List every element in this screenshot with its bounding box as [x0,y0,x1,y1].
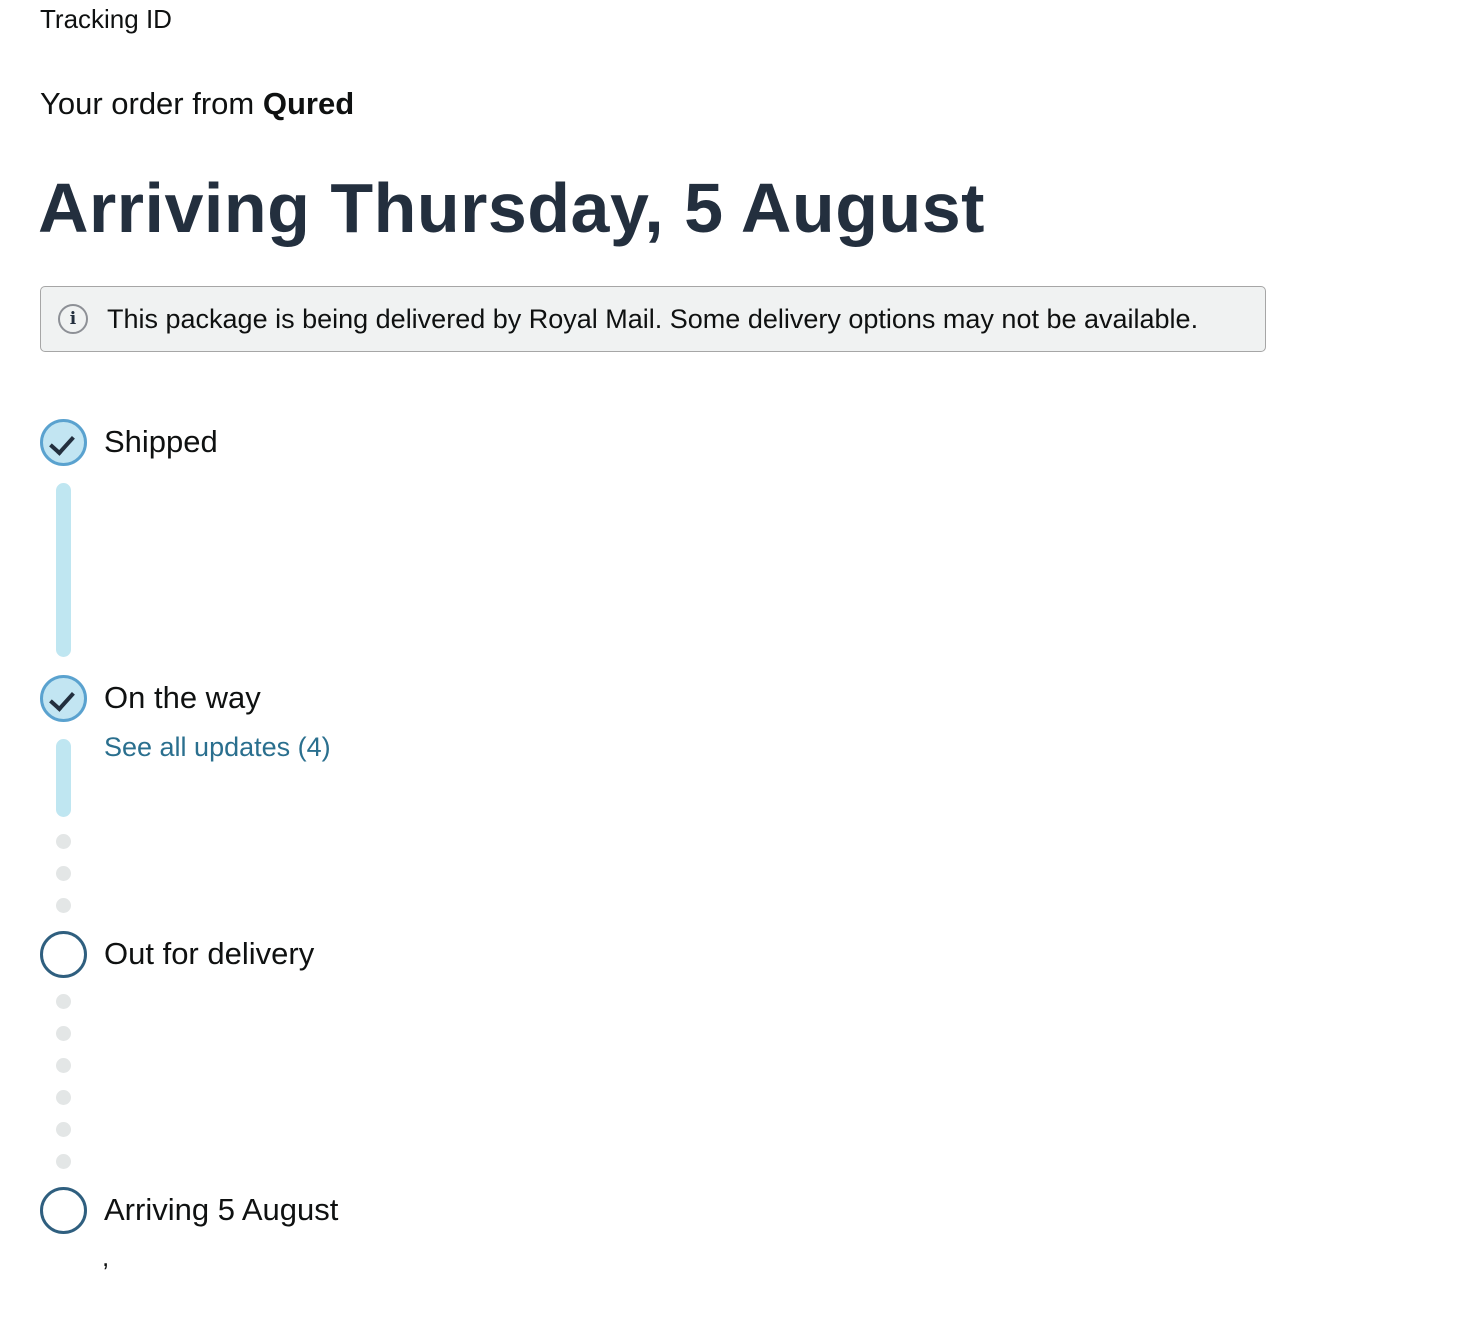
step-label-on-the-way: On the way [104,680,261,715]
pending-dot [56,1026,71,1041]
step-label-arriving: Arriving 5 August [104,1192,339,1227]
pending-dot [56,1154,71,1169]
pending-dot [56,1122,71,1137]
delivery-notice: i This package is being delivered by Roy… [40,286,1266,352]
pending-dot [56,898,71,913]
pending-dot [56,866,71,881]
arrival-heading: Arriving Thursday, 5 August [38,169,985,247]
out-for-delivery-circle-icon [40,931,87,978]
tracking-id-label: Tracking ID [40,4,172,34]
arriving-subtext: , [102,1242,110,1272]
delivery-notice-text: This package is being delivered by Royal… [107,304,1199,334]
order-from-prefix: Your order from [40,86,263,121]
step-label-shipped: Shipped [104,424,218,459]
progress-bar-segment [56,739,71,817]
step-label-out-for-delivery: Out for delivery [104,936,315,971]
pending-dot [56,834,71,849]
see-all-updates-link[interactable]: See all updates (4) [104,730,331,764]
pending-dot [56,1058,71,1073]
pending-dot [56,1090,71,1105]
shipped-check-icon [40,419,87,466]
seller-name: Qured [262,86,355,121]
info-icon: i [58,304,88,334]
pending-dot [56,994,71,1009]
on-the-way-check-icon [40,675,87,722]
arriving-circle-icon [40,1187,87,1234]
order-from-line: Your order from Qured [40,84,354,124]
progress-bar-segment [56,483,71,657]
